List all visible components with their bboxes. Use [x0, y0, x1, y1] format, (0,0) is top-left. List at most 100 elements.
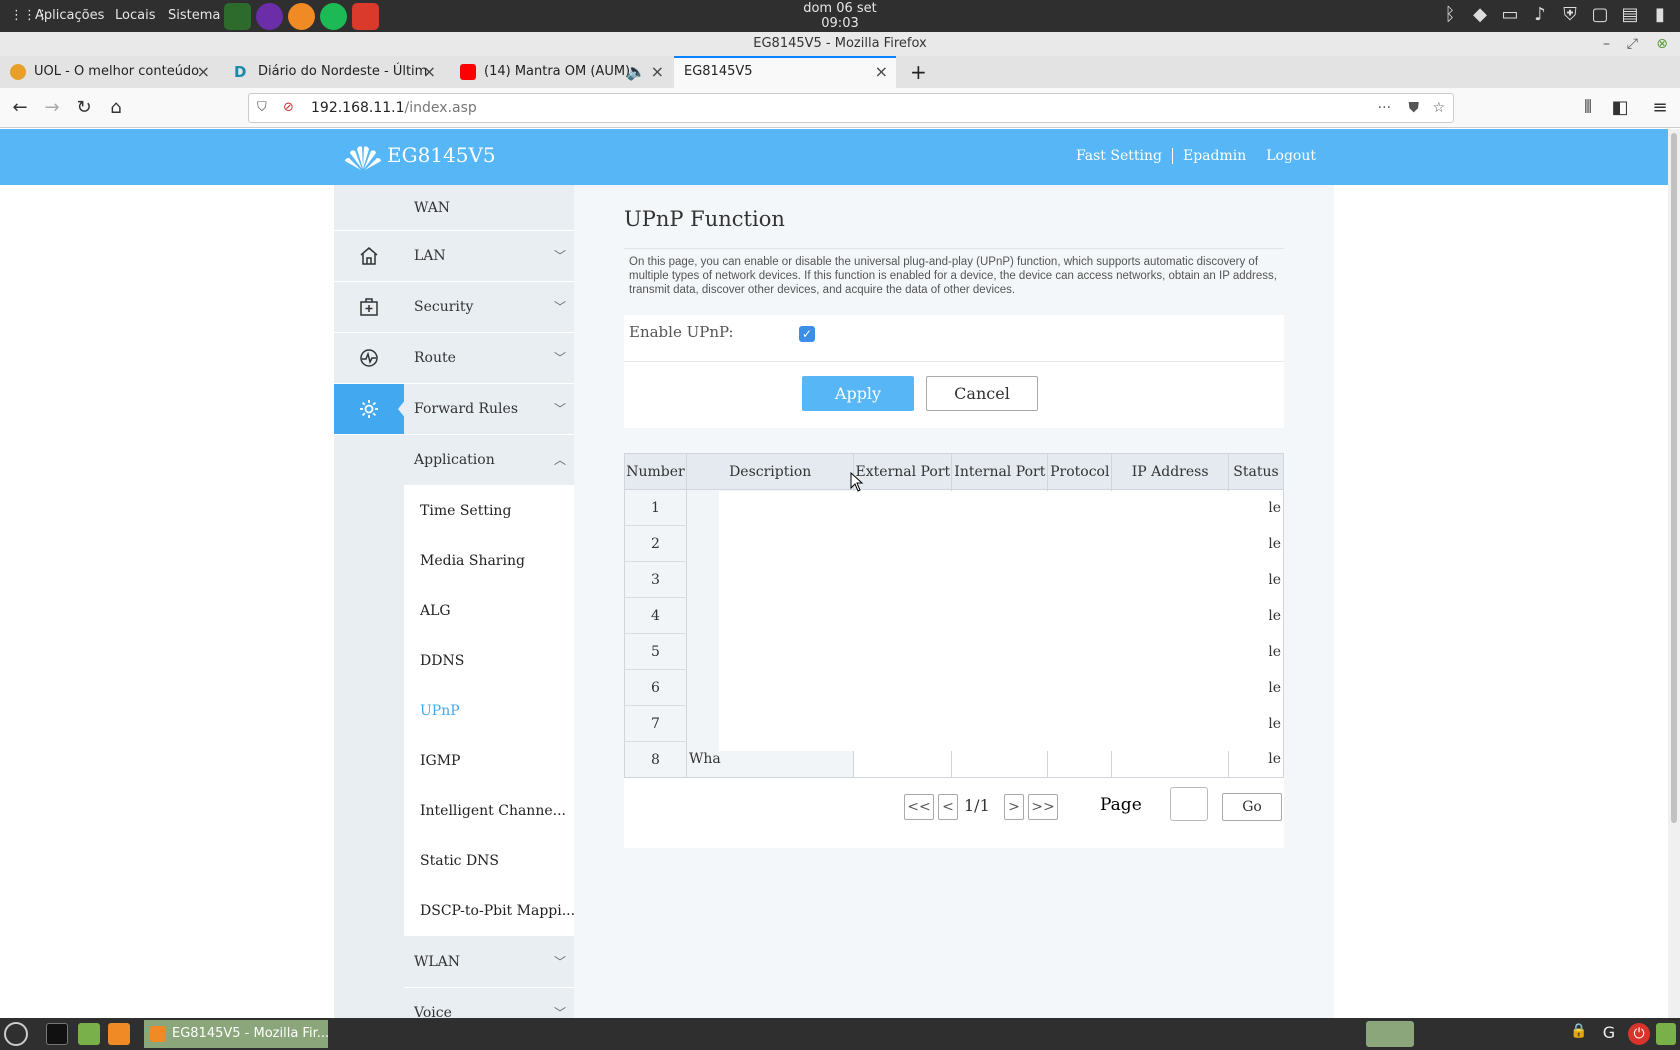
cancel-button[interactable]: Cancel: [926, 376, 1038, 411]
back-icon[interactable]: ←: [8, 96, 32, 120]
scrollbar-thumb[interactable]: [1671, 133, 1677, 823]
epadmin-link[interactable]: Epadmin: [1173, 148, 1256, 164]
close-window-icon[interactable]: ⊗: [1656, 32, 1668, 56]
bookmark-star-icon[interactable]: ☆: [1432, 94, 1445, 122]
last-page-button[interactable]: >>: [1028, 794, 1058, 820]
enable-upnp-checkbox[interactable]: ✓: [799, 326, 815, 342]
sidebar-sub-media-sharing[interactable]: Media Sharing: [404, 536, 574, 586]
col-status[interactable]: Status: [1228, 453, 1284, 490]
pocket-icon[interactable]: ⛊: [1409, 94, 1420, 122]
reload-icon[interactable]: ↻: [72, 96, 96, 120]
tab-uol[interactable]: UOL - O melhor conteúdo ×: [0, 56, 218, 88]
col-number[interactable]: Number: [624, 453, 687, 490]
dropbox-icon[interactable]: ◆: [1468, 3, 1492, 27]
col-external-port[interactable]: External Port: [853, 453, 953, 490]
battery-icon[interactable]: ▮: [1648, 3, 1672, 27]
hamburger-menu-icon[interactable]: ≡: [1648, 96, 1672, 120]
sidebar-icon-home[interactable]: [334, 231, 404, 282]
sidebar-sub-alg[interactable]: ALG: [404, 586, 574, 636]
tab-diario[interactable]: D Diário do Nordeste - Últim ×: [224, 56, 444, 88]
url-bar[interactable]: ⛉ ⊘ 192.168.11.1/index.asp ··· ⛊ ☆: [248, 93, 1454, 123]
taskbar-window-label: EG8145V5 - Mozilla Fir...: [172, 1026, 328, 1041]
sidebar-sub-time-setting[interactable]: Time Setting: [404, 486, 574, 536]
shield-icon[interactable]: ⛨: [1558, 3, 1582, 27]
url-host: 192.168.11.1: [311, 100, 405, 116]
col-description[interactable]: Description: [685, 453, 855, 490]
sidebar-item-route[interactable]: Route ﹀: [404, 333, 574, 384]
main-content: UPnP Function On this page, you can enab…: [574, 185, 1334, 1018]
bluetooth-icon[interactable]: ᛒ: [1438, 3, 1462, 27]
show-desktop-icon[interactable]: [1656, 1023, 1676, 1045]
page-number-input[interactable]: [1170, 787, 1208, 821]
sidebar-item-forward-rules[interactable]: Forward Rules ﹀: [404, 384, 574, 435]
audio-playing-icon[interactable]: 🔈: [626, 56, 646, 88]
close-tab-icon[interactable]: ×: [423, 56, 436, 88]
sidebar-item-wlan[interactable]: WLAN ﹀: [404, 937, 574, 988]
mint-menu-icon[interactable]: [4, 1022, 28, 1046]
sidebar-sub-ddns[interactable]: DDNS: [404, 636, 574, 686]
device-name: EG8145V5: [387, 143, 496, 167]
minimize-icon[interactable]: –: [1603, 32, 1610, 56]
sidebar-sub-static-dns[interactable]: Static DNS: [404, 836, 574, 886]
tab-label: UOL - O melhor conteúdo: [34, 64, 200, 79]
forward-icon[interactable]: →: [40, 96, 64, 120]
tracking-shield-icon[interactable]: ⛉: [257, 94, 267, 122]
close-tab-icon[interactable]: ×: [875, 58, 888, 86]
youtube-favicon-icon: [460, 63, 476, 80]
sidebar-item-security[interactable]: Security ﹀: [404, 282, 574, 333]
sidebar-icon-advanced[interactable]: [334, 384, 404, 435]
sidebar-sub-dscp-pbit[interactable]: DSCP-to-Pbit Mappi...: [404, 886, 574, 936]
col-internal-port[interactable]: Internal Port: [951, 453, 1049, 490]
workspace-switcher[interactable]: [1366, 1021, 1414, 1047]
next-page-button[interactable]: >: [1004, 794, 1024, 820]
google-icon[interactable]: G: [1598, 1023, 1620, 1045]
sidebar-item-wan[interactable]: WAN: [404, 185, 574, 231]
sidebar-sub-upnp[interactable]: UPnP: [404, 686, 574, 736]
taskbar-window-firefox[interactable]: EG8145V5 - Mozilla Fir...: [144, 1020, 328, 1048]
page-actions-icon[interactable]: ···: [1378, 94, 1391, 122]
col-protocol[interactable]: Protocol: [1047, 453, 1113, 490]
insecure-lock-icon[interactable]: ⊘: [283, 94, 294, 122]
cell-number: 4: [624, 597, 687, 634]
sidebar-item-application[interactable]: Application ︿: [404, 435, 574, 486]
sidebar-item-label: WAN: [414, 200, 451, 216]
sidebar-item-voice[interactable]: Voice ﹀: [404, 988, 574, 1018]
cell-number: 2: [624, 525, 687, 562]
col-ip-address[interactable]: IP Address: [1111, 453, 1229, 490]
clock[interactable]: dom 06 set 09:03: [0, 1, 1680, 31]
terminal-icon[interactable]: [46, 1023, 68, 1045]
sidebar-sub-igmp[interactable]: IGMP: [404, 736, 574, 786]
sidebar-item-label: Forward Rules: [414, 401, 519, 417]
volume-icon[interactable]: ♪: [1528, 3, 1552, 27]
files-icon[interactable]: [78, 1023, 100, 1045]
upnp-table-panel: Number Description External Port Interna…: [624, 453, 1284, 848]
display-icon[interactable]: ▭: [1498, 3, 1522, 27]
sidebar-icon-maintenance[interactable]: [334, 282, 404, 333]
close-tab-icon[interactable]: ×: [197, 56, 210, 88]
page-scrollbar[interactable]: [1668, 129, 1680, 1018]
power-icon[interactable]: ⏻: [1628, 1023, 1650, 1045]
home-icon[interactable]: ⌂: [104, 96, 128, 120]
go-button[interactable]: Go: [1222, 793, 1282, 821]
firefox-taskbar-icon[interactable]: [108, 1023, 130, 1045]
window-list-icon[interactable]: ▢: [1588, 3, 1612, 27]
sidebar-sub-intelligent-channel[interactable]: Intelligent Channe...: [404, 786, 574, 836]
sidebar-toggle-icon[interactable]: ◧: [1608, 96, 1632, 120]
lock-icon[interactable]: 🔒: [1568, 1023, 1590, 1045]
clipboard-icon[interactable]: ▤: [1618, 3, 1642, 27]
maximize-icon[interactable]: ⤢: [1627, 32, 1638, 56]
tab-eg8145v5[interactable]: EG8145V5 ×: [674, 56, 896, 88]
huawei-logo-icon: [345, 146, 381, 170]
logout-link[interactable]: Logout: [1256, 148, 1326, 164]
close-tab-icon[interactable]: ×: [651, 56, 664, 88]
fast-setting-link[interactable]: Fast Setting: [1066, 148, 1172, 164]
sidebar-icon-diagnose[interactable]: [334, 333, 404, 384]
apply-button[interactable]: Apply: [802, 376, 914, 411]
sidebar-item-lan[interactable]: LAN ﹀: [404, 231, 574, 282]
first-page-button[interactable]: <<: [904, 794, 934, 820]
new-tab-icon[interactable]: +: [904, 56, 927, 88]
tab-youtube[interactable]: (14) Mantra OM (AUM) - 🔈 ×: [450, 56, 672, 88]
library-icon[interactable]: ⫴: [1576, 96, 1600, 120]
prev-page-button[interactable]: <: [938, 794, 958, 820]
firefox-window-icon: [150, 1026, 166, 1042]
